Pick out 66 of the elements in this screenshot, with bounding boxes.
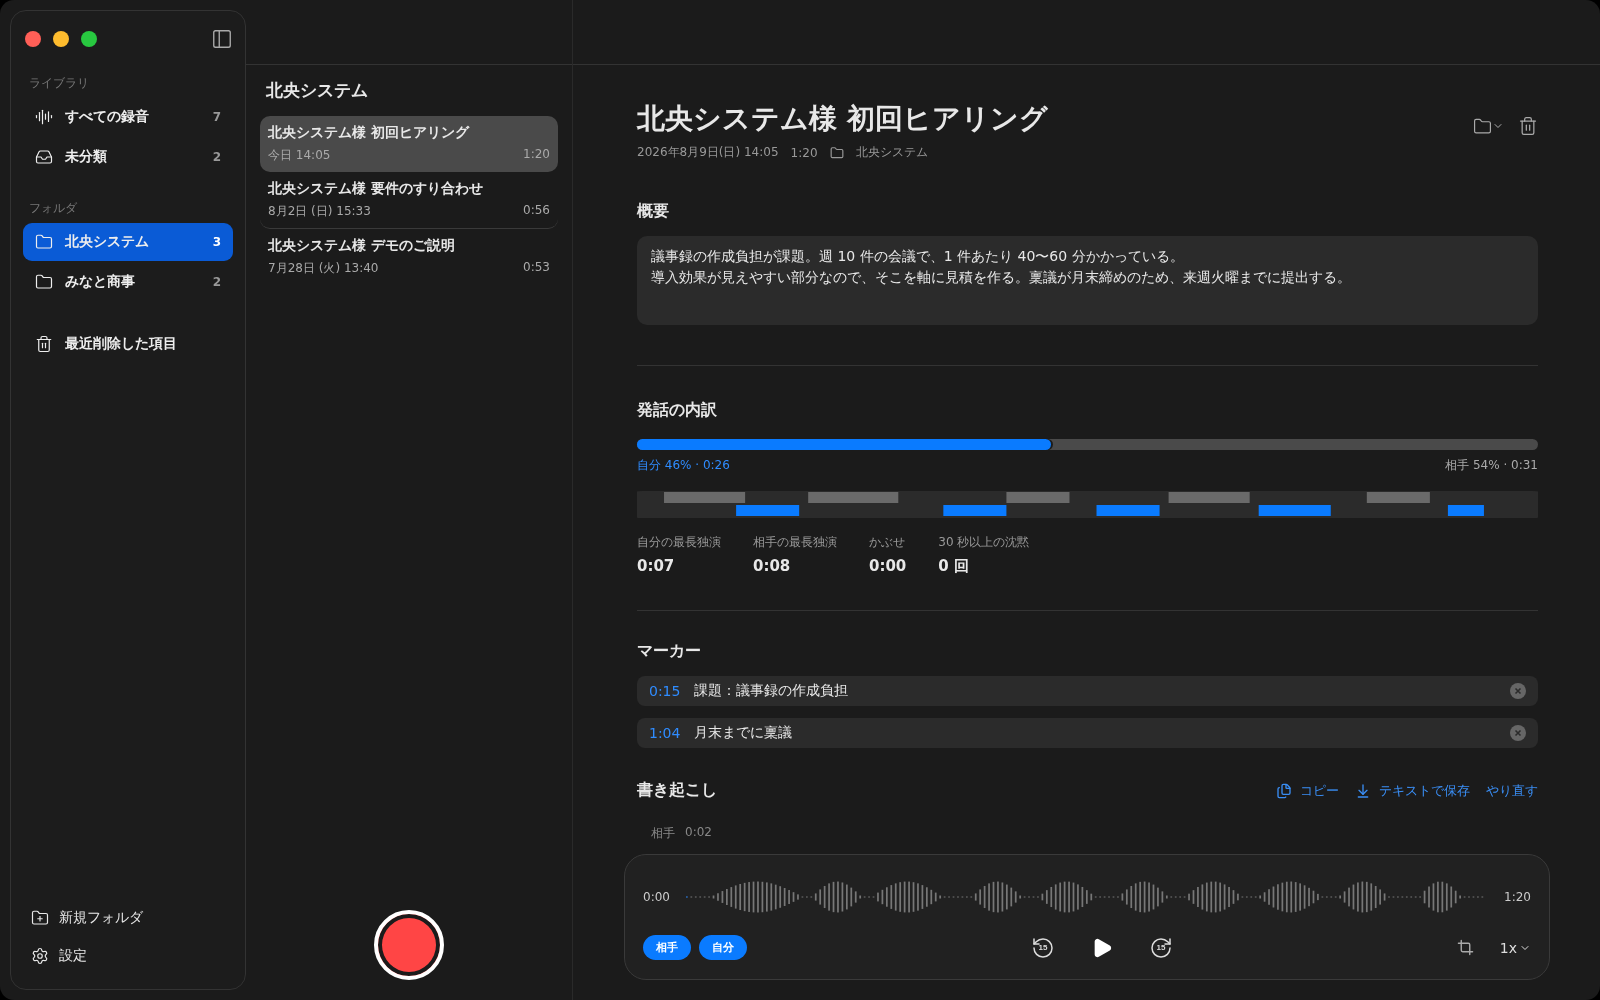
recording-title: 北央システム様 初回ヒアリング [637,101,1048,137]
folder-icon [829,145,844,160]
copy-icon [1276,782,1292,799]
section-heading: 概要 [637,201,670,222]
minimize-button[interactable] [53,31,69,47]
folder-icon [35,273,53,291]
list-title: 北央システム [265,79,369,102]
section-heading: ライブラリ [29,75,90,92]
section-heading: マーカー [637,641,702,662]
sidebar-item[interactable]: 北央システム 3 [23,223,233,261]
recording-item[interactable]: 北央システム様 デモのご説明 7月28日 (火) 13:40 0:53 [260,229,558,285]
folder-plus-icon [31,909,49,927]
download-icon [1355,782,1371,799]
speaker-filter-chip[interactable]: 自分 [699,935,747,960]
sidebar-footer-item[interactable]: 設定 [23,937,233,975]
inbox-icon [35,148,53,166]
stat-value: 0:00 [869,557,907,575]
delete-button[interactable] [1518,116,1538,136]
sidebar-toggle-icon[interactable] [211,28,233,50]
crop-button[interactable] [1456,939,1474,956]
stat-value: 0 回 [938,557,970,576]
zoom-button[interactable] [81,31,97,47]
skip-forward-button[interactable]: 15 [1148,935,1173,960]
recording-date: 2026年8月9日(日) 14:05 [637,144,779,161]
folder-icon [1473,116,1492,136]
sidebar-item[interactable]: すべての録音 7 [23,98,233,136]
summary-text: 議事録の作成負担が課題。週 10 件の会議で、1 件あたり 40〜60 分かかっている。 導入効果が見えやすい部分なので、そこを軸に見積を作る。稟議が月末締めのため、来週火曜までに提出する。 [637,236,1538,325]
settings-icon [31,947,49,965]
stat-value: 0:08 [753,557,792,575]
self-ratio-label: 自分 46% · 0:26 [637,457,730,474]
transcript-action-button[interactable]: テキストで保存 [1355,781,1470,800]
stat-label: 自分の最長独演 [637,534,721,551]
stat-label: 30 秒以上の沈黙 [938,534,1030,551]
folder-name: 北央システム [855,144,928,161]
section-heading: 発話の内訳 [637,400,718,421]
marker-row[interactable]: 1:04 月末までに稟議 [637,718,1538,748]
timestamp: 0:02 [685,825,712,841]
recording-duration: 1:20 [790,145,818,160]
skip-back-button[interactable]: 15 [1030,935,1055,960]
waveform-icon [35,108,53,126]
stat-label: 相手の最長独演 [753,534,837,551]
recording-item[interactable]: 北央システム様 要件のすり合わせ 8月2日 (日) 15:33 0:56 [260,172,558,229]
stat-label: かぶせ [869,534,906,551]
remove-button[interactable] [1510,683,1526,699]
move-folder-button[interactable] [1473,116,1504,136]
speed-button[interactable]: 1x [1499,939,1531,956]
total-time: 1:20 [1504,890,1531,904]
transcript-action-button[interactable]: やり直す [1486,781,1538,800]
stat-value: 0:07 [637,557,676,575]
sidebar-item[interactable]: みなと商事 2 [23,263,233,301]
other-ratio-label: 相手 54% · 0:31 [1445,457,1538,474]
sidebar-item[interactable]: 最近削除した項目 [23,325,233,363]
speaker-label: 相手 [651,825,675,842]
section-heading: フォルダ [29,200,78,217]
close-button[interactable] [25,31,41,47]
remove-button[interactable] [1510,725,1526,741]
section-heading: 書き起こし [637,780,717,801]
trash-icon [35,335,53,353]
recording-item[interactable]: 北央システム様 初回ヒアリング 今日 14:05 1:20 [260,116,558,172]
current-time: 0:00 [643,890,670,904]
transcript-action-button[interactable]: コピー [1276,781,1339,800]
sidebar-item[interactable]: 未分類 2 [23,138,233,176]
marker-row[interactable]: 0:15 課題：議事録の作成負担 [637,676,1538,706]
speaker-filter-chip[interactable]: 相手 [643,935,691,960]
folder-icon [35,233,53,251]
sidebar-footer-item[interactable]: 新規フォルダ [23,899,233,937]
